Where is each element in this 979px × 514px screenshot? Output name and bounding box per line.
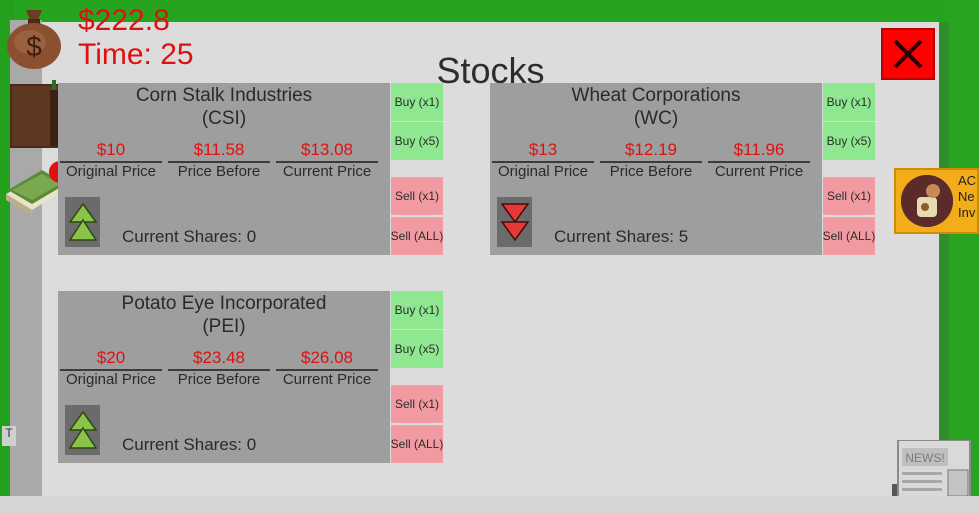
money-bag-icon[interactable]: $ [4,4,64,70]
sell-all-button-wc[interactable]: Sell (ALL) [823,217,875,255]
buy-x1-button-pei[interactable]: Buy (x1) [391,291,443,329]
current-price-label: Current Price [714,163,804,180]
stock-name: Potato Eye Incorporated [121,293,327,314]
notification-line: Inv [958,205,976,220]
price-before-block: $12.19 Price Before [600,140,702,181]
current-price-value: $13.08 [276,140,378,163]
original-price-value: $20 [60,348,162,371]
notification-card[interactable]: AC Ne Inv [894,168,979,234]
current-price-block: $11.96 Current Price [708,140,810,181]
original-price-label: Original Price [65,371,157,388]
close-button[interactable] [881,28,935,80]
svg-text:$: $ [26,31,42,62]
price-before-block: $11.58 Price Before [168,140,270,181]
original-price-label: Original Price [65,163,157,180]
notification-line: Ne [958,189,975,204]
current-price-block: $26.08 Current Price [276,348,378,389]
stock-card-pei: Potato Eye Incorporated (PEI) $20 Origin… [58,291,390,463]
trend-up-icon [65,405,100,455]
original-price-label: Original Price [497,163,589,180]
buy-x1-button-csi[interactable]: Buy (x1) [391,83,443,121]
current-shares: Current Shares: 0 [122,435,257,454]
original-price-value: $10 [60,140,162,163]
game-background-bottom [0,496,979,514]
game-background-right [949,0,979,514]
current-price-block: $13.08 Current Price [276,140,378,181]
close-icon [893,39,923,69]
news-label: NEWS! [905,451,944,465]
price-before-label: Price Before [177,163,261,180]
sell-all-button-csi[interactable]: Sell (ALL) [391,217,443,255]
sell-all-button-pei[interactable]: Sell (ALL) [391,425,443,463]
original-price-block: $13 Original Price [492,140,594,181]
current-price-label: Current Price [282,371,372,388]
price-before-value: $12.19 [600,140,702,163]
price-before-block: $23.48 Price Before [168,348,270,389]
sell-x1-button-wc[interactable]: Sell (x1) [823,177,875,215]
stock-name: Wheat Corporations [571,85,741,106]
sell-x1-button-pei[interactable]: Sell (x1) [391,385,443,423]
current-shares: Current Shares: 0 [122,227,257,246]
price-before-label: Price Before [177,371,261,388]
current-shares: Current Shares: 5 [554,227,689,246]
stock-ticker: (CSI) [201,108,247,129]
buy-x5-button-csi[interactable]: Buy (x5) [391,122,443,160]
stock-card-wc: Wheat Corporations (WC) $13 Original Pri… [490,83,822,255]
price-before-value: $11.58 [168,140,270,163]
stock-ticker: (PEI) [202,316,246,337]
original-price-block: $10 Original Price [60,140,162,181]
stock-ticker: (WC) [633,108,679,129]
stock-card-csi: Corn Stalk Industries (CSI) $10 Original… [58,83,390,255]
buy-x1-button-wc[interactable]: Buy (x1) [823,83,875,121]
current-price-value: $26.08 [276,348,378,371]
notification-text: AC Ne Inv [958,173,976,221]
notification-line: AC [958,173,977,188]
money-display: $222.8 [78,4,170,37]
current-price-value: $11.96 [708,140,810,163]
stock-name: Corn Stalk Industries [135,85,313,106]
original-price-block: $20 Original Price [60,348,162,389]
buy-x5-button-wc[interactable]: Buy (x5) [823,122,875,160]
price-before-value: $23.48 [168,348,270,371]
price-before-label: Price Before [609,163,693,180]
original-price-value: $13 [492,140,594,163]
advisor-avatar-icon [901,175,953,227]
trend-up-icon [65,197,100,247]
time-display: Time: 25 [78,38,194,71]
buy-x5-button-pei[interactable]: Buy (x5) [391,330,443,368]
current-price-label: Current Price [282,163,372,180]
sell-x1-button-csi[interactable]: Sell (x1) [391,177,443,215]
trend-down-icon [497,197,532,247]
side-label: T [2,426,16,446]
